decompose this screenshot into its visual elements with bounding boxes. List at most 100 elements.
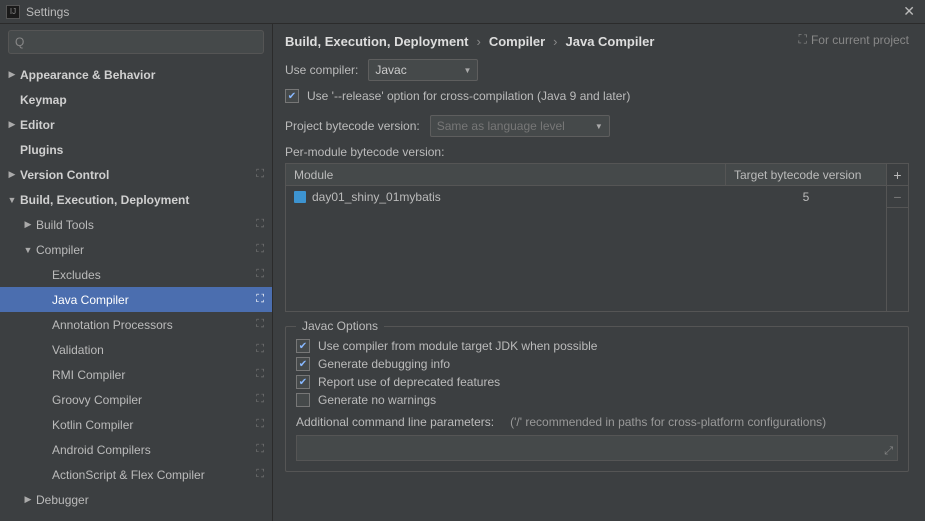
- sidebar-item-build-tools[interactable]: ▶Build Tools⛶: [0, 212, 272, 237]
- sidebar-item-label: Groovy Compiler: [52, 393, 250, 407]
- sidebar-item-kotlin-compiler[interactable]: Kotlin Compiler ⛶: [0, 412, 272, 437]
- module-name: day01_shiny_01mybatis: [312, 190, 441, 204]
- chevron-right-icon[interactable]: ▶: [22, 494, 34, 505]
- javac-options-title: Javac Options: [296, 319, 384, 333]
- sidebar: Q ▶Appearance & BehaviorKeymap▶EditorPlu…: [0, 24, 273, 521]
- sidebar-item-label: Kotlin Compiler: [52, 418, 250, 432]
- search-icon: Q: [15, 35, 24, 49]
- sidebar-item-label: Java Compiler: [52, 293, 250, 307]
- opt-deprecated-checkbox[interactable]: [296, 375, 310, 389]
- additional-params-label: Additional command line parameters:: [296, 415, 494, 429]
- project-bytecode-value: Same as language level: [437, 119, 565, 133]
- sidebar-item-keymap[interactable]: Keymap: [0, 87, 272, 112]
- search-box[interactable]: Q: [8, 30, 264, 54]
- breadcrumb-java-compiler[interactable]: Java Compiler: [566, 34, 655, 49]
- project-scope-icon: ⛶: [256, 268, 264, 281]
- per-module-label: Per-module bytecode version:: [285, 145, 909, 159]
- sidebar-item-label: RMI Compiler: [52, 368, 250, 382]
- opt-module-jdk-label: Use compiler from module target JDK when…: [318, 339, 597, 353]
- project-bytecode-dropdown[interactable]: Same as language level ▼: [430, 115, 610, 137]
- remove-module-button[interactable]: −: [887, 186, 908, 208]
- sidebar-item-actionscript-flex-compiler[interactable]: ActionScript & Flex Compiler⛶: [0, 462, 272, 487]
- use-compiler-label: Use compiler:: [285, 63, 358, 77]
- chevron-down-icon[interactable]: ▼: [6, 195, 18, 205]
- chevron-right-icon[interactable]: ▶: [22, 219, 34, 230]
- search-input[interactable]: [28, 35, 257, 49]
- add-module-button[interactable]: +: [887, 164, 908, 186]
- col-module[interactable]: Module: [286, 164, 726, 185]
- chevron-down-icon: ▼: [595, 122, 603, 131]
- release-option-label: Use '--release' option for cross-compila…: [307, 89, 630, 103]
- project-scope-icon: ⛶: [256, 243, 264, 256]
- use-compiler-dropdown[interactable]: Javac ▼: [368, 59, 478, 81]
- for-current-project-label: For current project: [811, 33, 909, 47]
- sidebar-item-label: Editor: [20, 118, 264, 132]
- sidebar-item-excludes[interactable]: Excludes ⛶: [0, 262, 272, 287]
- col-target[interactable]: Target bytecode version: [726, 164, 886, 185]
- titlebar: IJ Settings ✕: [0, 0, 925, 24]
- chevron-down-icon: ▼: [463, 66, 471, 75]
- close-icon[interactable]: ✕: [899, 3, 919, 20]
- sidebar-item-groovy-compiler[interactable]: Groovy Compiler ⛶: [0, 387, 272, 412]
- target-version-cell[interactable]: 5: [726, 190, 886, 204]
- sidebar-item-label: Annotation Processors: [52, 318, 250, 332]
- opt-deprecated-label: Report use of deprecated features: [318, 375, 500, 389]
- chevron-right-icon: ›: [553, 34, 557, 49]
- chevron-right-icon[interactable]: ▶: [6, 119, 18, 130]
- sidebar-item-java-compiler[interactable]: Java Compiler ⛶: [0, 287, 272, 312]
- additional-params-hint: ('/' recommended in paths for cross-plat…: [510, 415, 826, 429]
- opt-no-warnings-checkbox[interactable]: [296, 393, 310, 407]
- breadcrumb-build[interactable]: Build, Execution, Deployment: [285, 34, 468, 49]
- release-option-checkbox[interactable]: [285, 89, 299, 103]
- use-compiler-value: Javac: [375, 63, 406, 77]
- project-scope-icon: ⛶: [256, 368, 264, 381]
- opt-debug-info-checkbox[interactable]: [296, 357, 310, 371]
- app-icon: IJ: [6, 5, 20, 19]
- chevron-right-icon: ›: [476, 34, 480, 49]
- sidebar-item-annotation-processors[interactable]: Annotation Processors⛶: [0, 312, 272, 337]
- sidebar-item-label: Version Control: [20, 168, 250, 182]
- sidebar-item-label: Excludes: [52, 268, 250, 282]
- for-current-project: ⛶ For current project: [799, 32, 909, 47]
- project-scope-icon: ⛶: [256, 443, 264, 456]
- opt-debug-info-label: Generate debugging info: [318, 357, 450, 371]
- project-scope-icon: ⛶: [256, 168, 264, 181]
- sidebar-item-label: Debugger: [36, 493, 264, 507]
- sidebar-item-label: Appearance & Behavior: [20, 68, 264, 82]
- project-scope-icon: ⛶: [256, 393, 264, 406]
- module-icon: [294, 191, 306, 203]
- project-bytecode-label: Project bytecode version:: [285, 119, 420, 133]
- sidebar-item-debugger[interactable]: ▶Debugger: [0, 487, 272, 512]
- chevron-down-icon[interactable]: ▼: [22, 245, 34, 255]
- sidebar-item-android-compilers[interactable]: Android Compilers⛶: [0, 437, 272, 462]
- project-scope-icon: ⛶: [256, 418, 264, 431]
- window-title: Settings: [26, 5, 899, 19]
- opt-module-jdk-checkbox[interactable]: [296, 339, 310, 353]
- opt-no-warnings-label: Generate no warnings: [318, 393, 436, 407]
- sidebar-item-label: Validation: [52, 343, 250, 357]
- sidebar-item-label: Build Tools: [36, 218, 250, 232]
- sidebar-item-compiler[interactable]: ▼Compiler ⛶: [0, 237, 272, 262]
- chevron-right-icon[interactable]: ▶: [6, 169, 18, 180]
- settings-tree: ▶Appearance & BehaviorKeymap▶EditorPlugi…: [0, 58, 272, 521]
- sidebar-item-version-control[interactable]: ▶Version Control ⛶: [0, 162, 272, 187]
- sidebar-item-rmi-compiler[interactable]: RMI Compiler ⛶: [0, 362, 272, 387]
- project-scope-icon: ⛶: [256, 343, 264, 356]
- sidebar-item-validation[interactable]: Validation ⛶: [0, 337, 272, 362]
- sidebar-item-label: Keymap: [20, 93, 264, 107]
- project-scope-icon: ⛶: [256, 293, 264, 306]
- breadcrumb-compiler[interactable]: Compiler: [489, 34, 545, 49]
- additional-params-input[interactable]: ⤢: [296, 435, 898, 461]
- chevron-right-icon[interactable]: ▶: [6, 69, 18, 80]
- sidebar-item-editor[interactable]: ▶Editor: [0, 112, 272, 137]
- project-icon: ⛶: [799, 32, 807, 47]
- sidebar-item-plugins[interactable]: Plugins: [0, 137, 272, 162]
- project-scope-icon: ⛶: [256, 468, 264, 481]
- sidebar-item-label: Compiler: [36, 243, 250, 257]
- javac-options-group: Javac Options Use compiler from module t…: [285, 326, 909, 472]
- table-row[interactable]: day01_shiny_01mybatis 5: [286, 186, 886, 208]
- sidebar-item-build-execution-deployment[interactable]: ▼Build, Execution, Deployment: [0, 187, 272, 212]
- module-bytecode-table: Module Target bytecode version day01_shi…: [285, 163, 909, 312]
- expand-icon[interactable]: ⤢: [884, 445, 893, 458]
- sidebar-item-appearance-behavior[interactable]: ▶Appearance & Behavior: [0, 62, 272, 87]
